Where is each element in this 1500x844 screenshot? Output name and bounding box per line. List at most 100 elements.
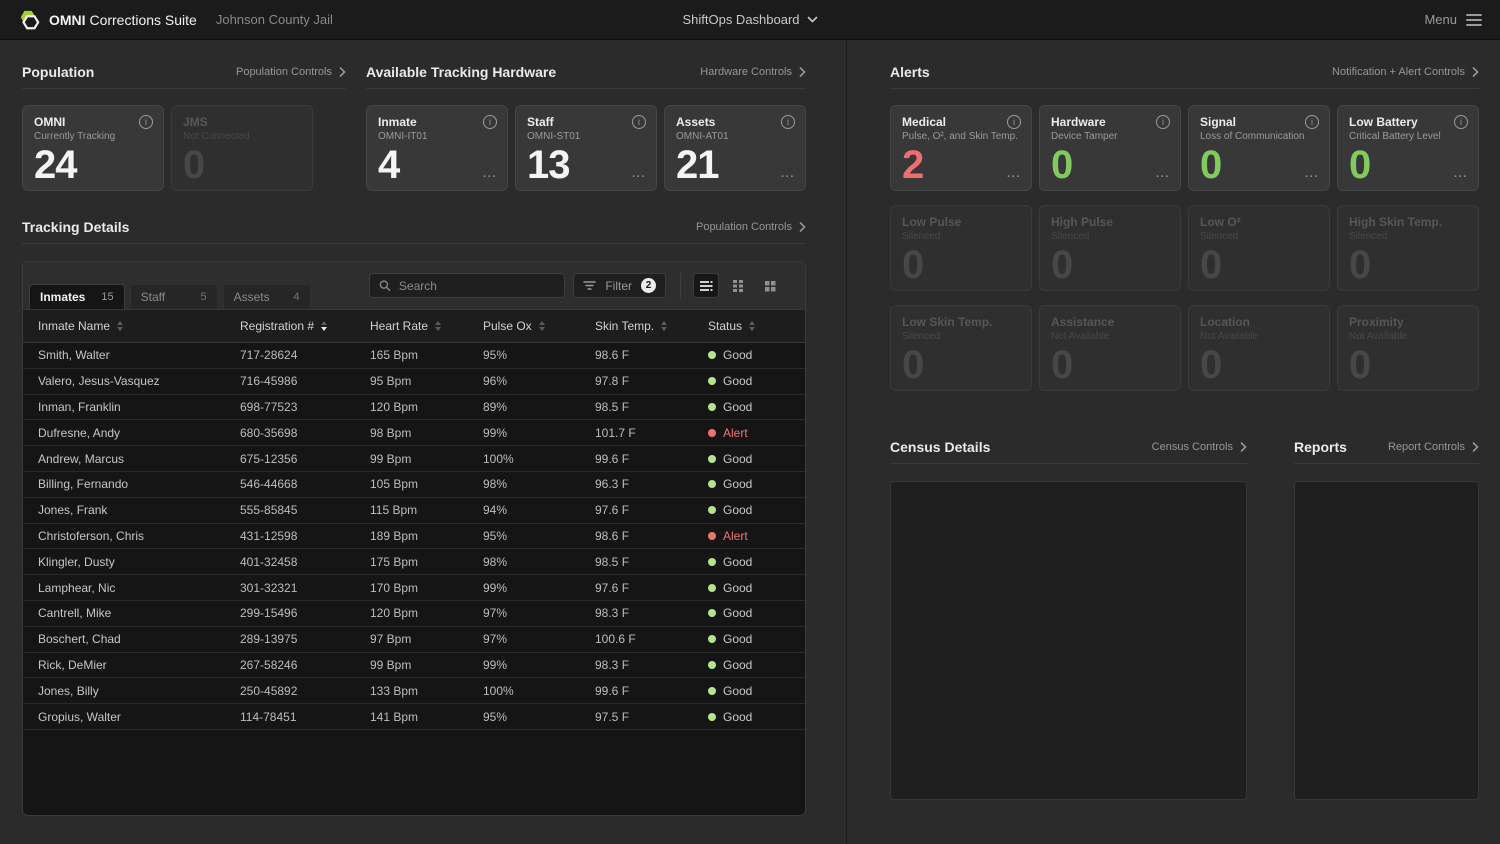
hardware-card[interactable]: Inmate OMNI-IT01 4 <box>366 105 508 191</box>
reports-controls-link[interactable]: Report Controls <box>1388 441 1479 453</box>
cell-status: Good <box>708 684 805 698</box>
alert-card[interactable]: Assistance Not Available 0 <box>1039 305 1181 391</box>
census-controls-link[interactable]: Census Controls <box>1152 441 1247 453</box>
dashboard-selector[interactable]: ShiftOps Dashboard <box>682 12 817 27</box>
hardware-card[interactable]: Assets OMNI-AT01 21 <box>664 105 806 191</box>
hardware-controls-link[interactable]: Hardware Controls <box>700 66 806 78</box>
table-row[interactable]: Rick, DeMier 267-58246 99 Bpm 99% 98.3 F… <box>23 653 805 679</box>
info-icon[interactable] <box>139 115 153 129</box>
menu-button[interactable]: Menu <box>1424 12 1482 27</box>
alert-card[interactable]: Location Not Available 0 <box>1188 305 1330 391</box>
table-row[interactable]: Smith, Walter 717-28624 165 Bpm 95% 98.6… <box>23 343 805 369</box>
more-options-icon[interactable] <box>781 172 795 183</box>
info-icon[interactable] <box>781 115 795 129</box>
alert-card[interactable]: High Skin Temp. Silenced 0 <box>1337 205 1479 291</box>
info-icon[interactable] <box>1305 115 1319 129</box>
status-label: Good <box>723 710 752 724</box>
card-title: Assistance <box>1051 315 1169 329</box>
tracking-tab[interactable]: Assets 4 <box>223 284 311 309</box>
more-options-icon[interactable] <box>1007 172 1021 183</box>
info-icon[interactable] <box>483 115 497 129</box>
column-header[interactable]: Registration # <box>240 319 370 333</box>
omni-hexagon-logo-icon <box>18 9 40 31</box>
reports-section: Reports Report Controls <box>1294 439 1479 800</box>
table-row[interactable]: Klingler, Dusty 401-32458 175 Bpm 98% 98… <box>23 549 805 575</box>
alert-card[interactable]: Low O² Silenced 0 <box>1188 205 1330 291</box>
table-row[interactable]: Valero, Jesus-Vasquez 716-45986 95 Bpm 9… <box>23 369 805 395</box>
info-icon[interactable] <box>1156 115 1170 129</box>
alert-card[interactable]: Signal Loss of Communication 0 <box>1188 105 1330 191</box>
column-header[interactable]: Status <box>708 319 805 333</box>
alert-card[interactable]: Medical Pulse, O², and Skin Temp. 2 <box>890 105 1032 191</box>
alert-card[interactable]: Hardware Device Tamper 0 <box>1039 105 1181 191</box>
tracking-controls-link[interactable]: Population Controls <box>696 221 806 233</box>
cell-status: Good <box>708 581 805 595</box>
column-header[interactable]: Inmate Name <box>38 319 240 333</box>
info-icon[interactable] <box>1007 115 1021 129</box>
card-value: 0 <box>1349 245 1370 285</box>
cell-inmate-name: Gropius, Walter <box>38 710 240 724</box>
cell-heart-rate: 97 Bpm <box>370 632 483 646</box>
card-value: 0 <box>183 145 204 185</box>
table-row[interactable]: Cantrell, Mike 299-15496 120 Bpm 97% 98.… <box>23 601 805 627</box>
tracking-tab[interactable]: Staff 5 <box>130 284 218 309</box>
table-row[interactable]: Jones, Frank 555-85845 115 Bpm 94% 97.6 … <box>23 498 805 524</box>
cell-inmate-name: Billing, Fernando <box>38 477 240 491</box>
cell-pulse-ox: 99% <box>483 426 595 440</box>
population-card[interactable]: JMS Not Connected 0 <box>171 105 313 191</box>
table-row[interactable]: Christoferson, Chris 431-12598 189 Bpm 9… <box>23 524 805 550</box>
status-dot <box>708 687 716 695</box>
table-row[interactable]: Inman, Franklin 698-77523 120 Bpm 89% 98… <box>23 395 805 421</box>
table-row[interactable]: Lamphear, Nic 301-32321 170 Bpm 99% 97.6… <box>23 575 805 601</box>
filter-label: Filter <box>605 279 632 293</box>
column-header[interactable]: Skin Temp. <box>595 319 708 333</box>
cell-registration: 716-45986 <box>240 374 370 388</box>
cell-status: Alert <box>708 529 805 543</box>
alert-card[interactable]: Low Skin Temp. Silenced 0 <box>890 305 1032 391</box>
more-options-icon[interactable] <box>1156 172 1170 183</box>
search-input[interactable] <box>399 279 555 293</box>
grid-medium-view-button[interactable] <box>725 273 751 298</box>
column-header[interactable]: Pulse Ox <box>483 319 595 333</box>
filter-button[interactable]: Filter 2 <box>573 273 666 298</box>
alert-card[interactable]: Proximity Not Available 0 <box>1337 305 1479 391</box>
table-row[interactable]: Boschert, Chad 289-13975 97 Bpm 97% 100.… <box>23 627 805 653</box>
main-content: Population Population Controls OMNI Curr… <box>0 40 1500 844</box>
table-row[interactable]: Billing, Fernando 546-44668 105 Bpm 98% … <box>23 472 805 498</box>
info-icon[interactable] <box>1454 115 1468 129</box>
cell-skin-temp: 97.6 F <box>595 503 708 517</box>
card-title: Inmate <box>378 115 496 129</box>
info-icon[interactable] <box>632 115 646 129</box>
card-subtitle: Currently Tracking <box>34 131 152 142</box>
more-options-icon[interactable] <box>1305 172 1319 183</box>
search-icon <box>379 279 391 292</box>
cell-inmate-name: Cantrell, Mike <box>38 606 240 620</box>
card-title: Low Battery <box>1349 115 1467 129</box>
population-card[interactable]: OMNI Currently Tracking 24 <box>22 105 164 191</box>
hardware-card[interactable]: Staff OMNI-ST01 13 <box>515 105 657 191</box>
alert-card[interactable]: Low Battery Critical Battery Level 0 <box>1337 105 1479 191</box>
status-dot <box>708 532 716 540</box>
alert-card[interactable]: Low Pulse Silenced 0 <box>890 205 1032 291</box>
status-label: Good <box>723 684 752 698</box>
grid-large-view-button[interactable] <box>757 273 783 298</box>
status-label: Good <box>723 606 752 620</box>
sort-arrows-icon <box>661 321 667 331</box>
cell-pulse-ox: 98% <box>483 555 595 569</box>
list-view-button[interactable] <box>693 273 719 298</box>
table-row[interactable]: Dufresne, Andy 680-35698 98 Bpm 99% 101.… <box>23 420 805 446</box>
alert-card[interactable]: High Pulse Silenced 0 <box>1039 205 1181 291</box>
population-controls-link[interactable]: Population Controls <box>236 66 346 78</box>
alerts-controls-link[interactable]: Notification + Alert Controls <box>1332 66 1479 78</box>
column-header[interactable]: Heart Rate <box>370 319 483 333</box>
table-row[interactable]: Andrew, Marcus 675-12356 99 Bpm 100% 99.… <box>23 446 805 472</box>
column-label: Pulse Ox <box>483 319 532 333</box>
table-row[interactable]: Jones, Billy 250-45892 133 Bpm 100% 99.6… <box>23 678 805 704</box>
more-options-icon[interactable] <box>1454 172 1468 183</box>
more-options-icon[interactable] <box>632 172 646 183</box>
card-value: 0 <box>1051 145 1072 185</box>
table-row[interactable]: Gropius, Walter 114-78451 141 Bpm 95% 97… <box>23 704 805 730</box>
cell-skin-temp: 98.5 F <box>595 400 708 414</box>
more-options-icon[interactable] <box>483 172 497 183</box>
tracking-tab[interactable]: Inmates 15 <box>29 284 125 309</box>
